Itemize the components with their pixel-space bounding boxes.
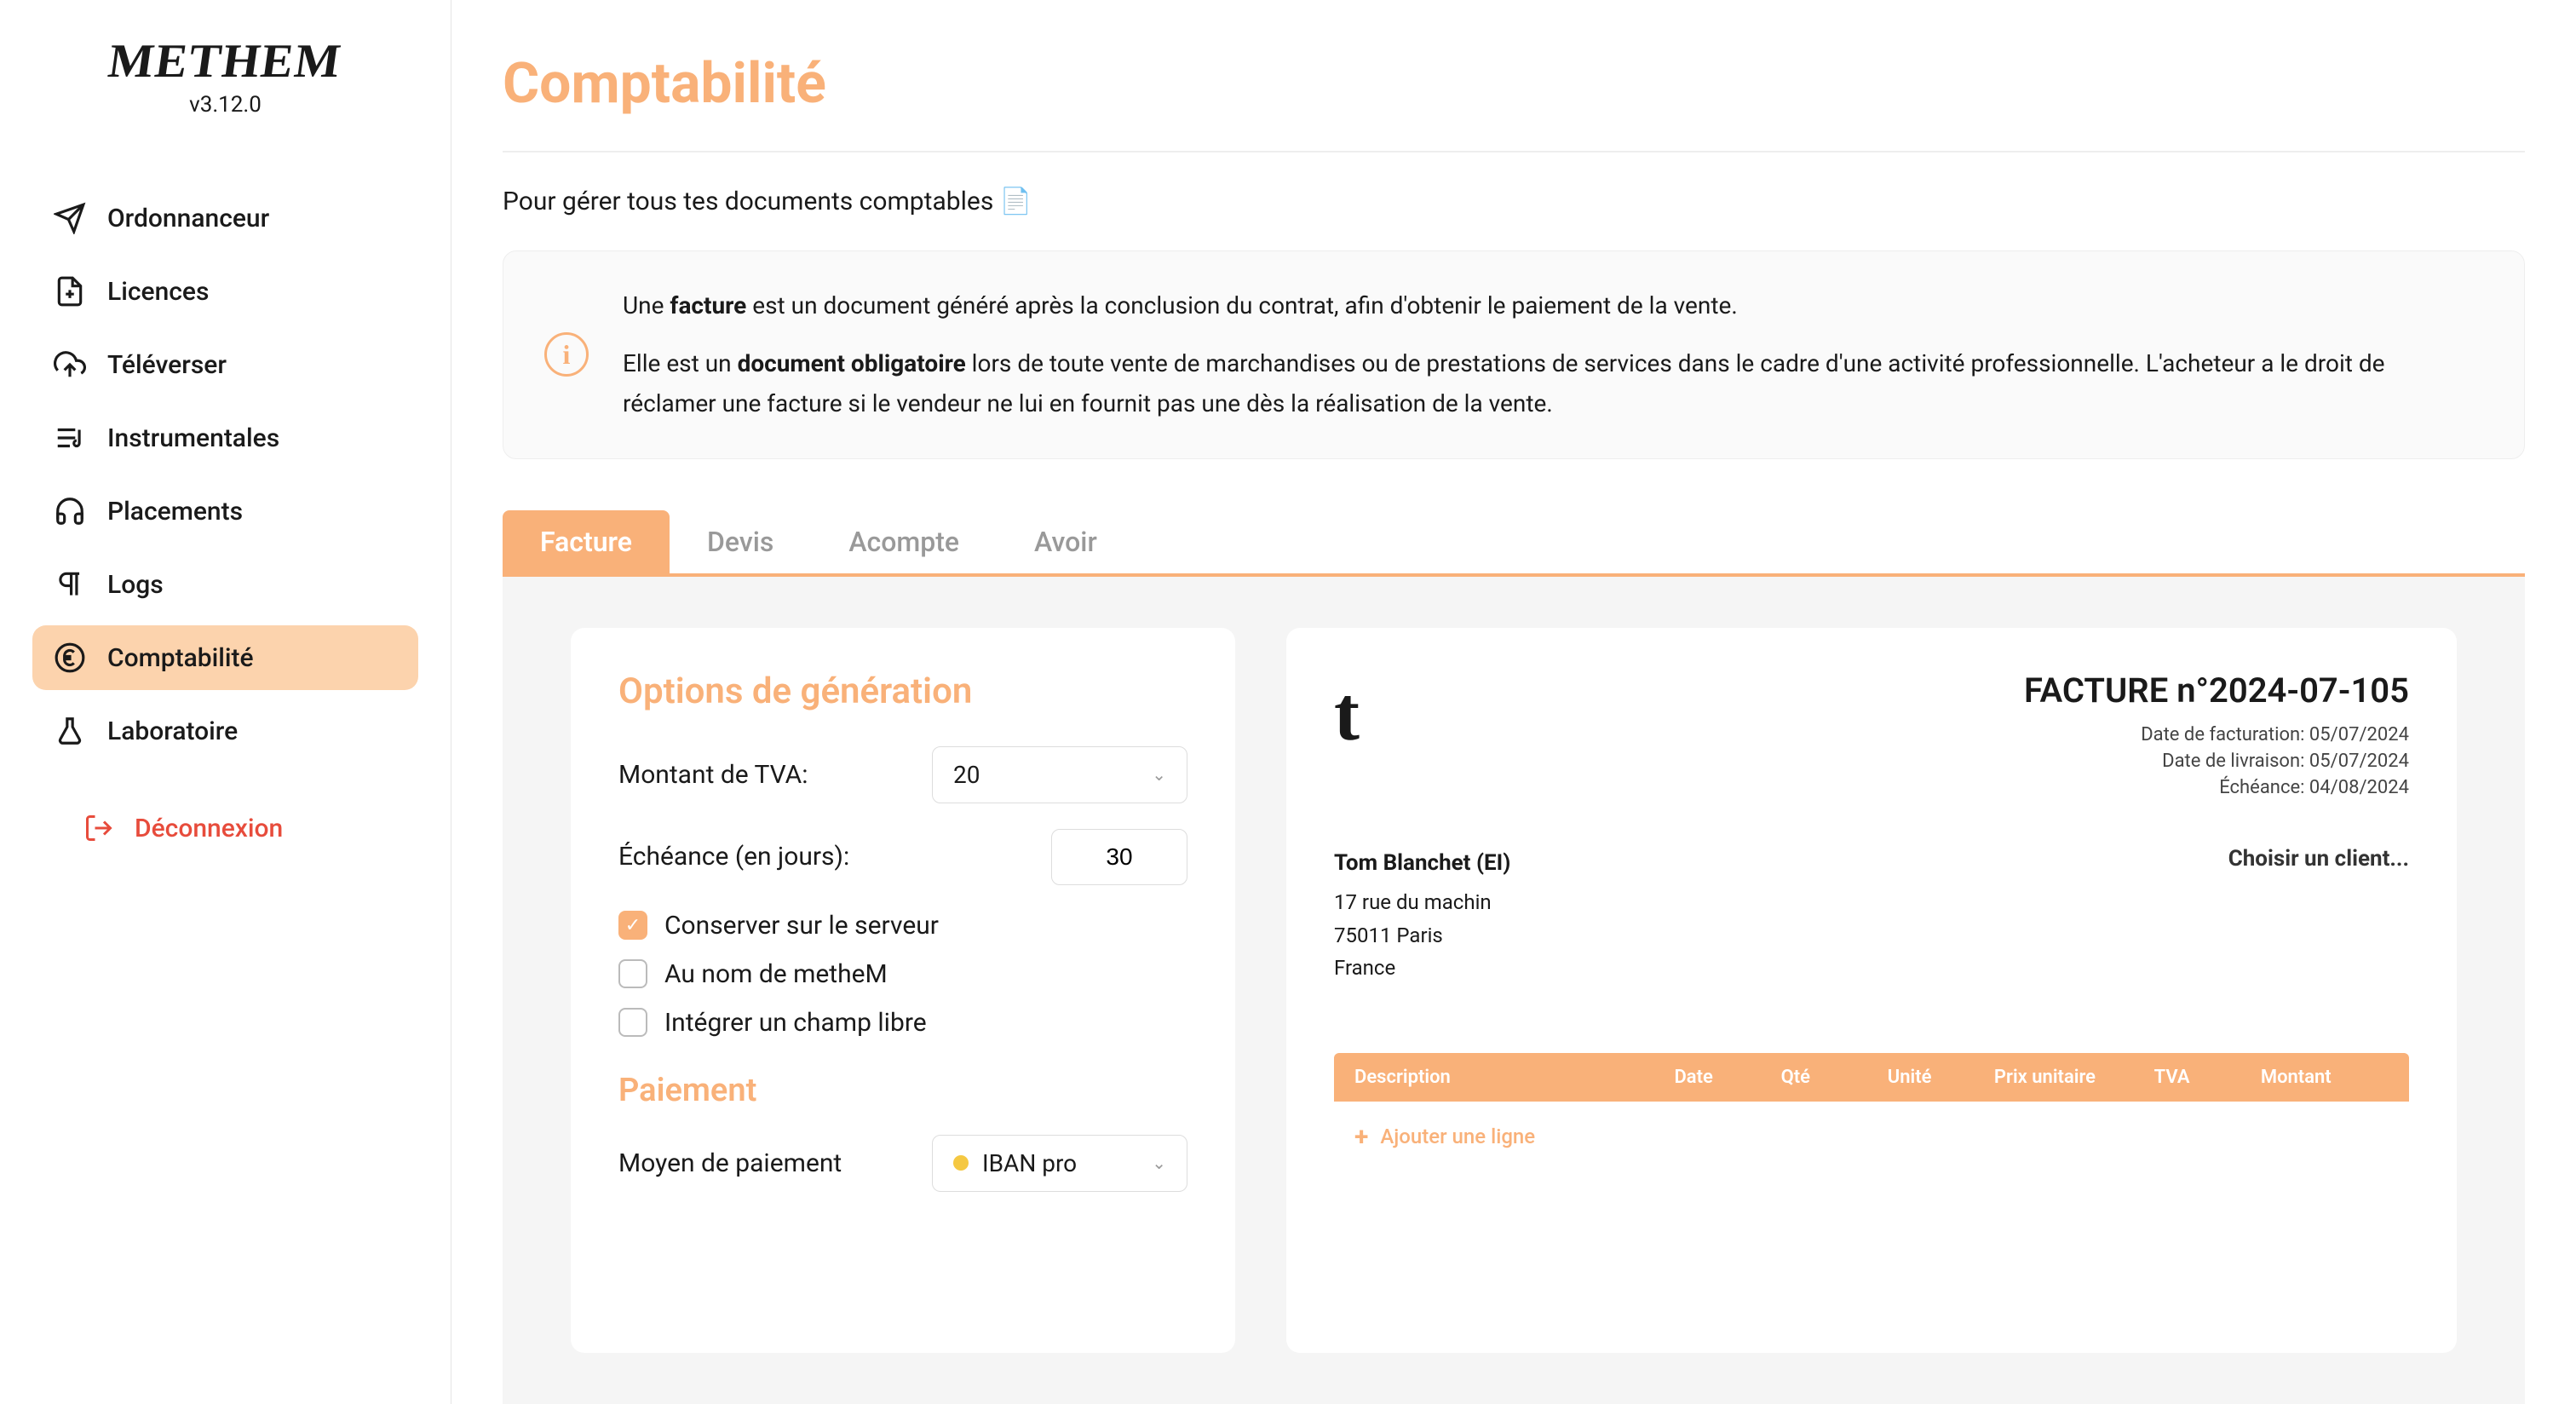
- sidebar-item-placements[interactable]: Placements: [32, 479, 418, 544]
- sidebar-item-licences[interactable]: Licences: [32, 259, 418, 324]
- sidebar-item-laboratoire[interactable]: Laboratoire: [32, 699, 418, 763]
- tab-devis[interactable]: Devis: [670, 510, 811, 573]
- sidebar-item-ordonnanceur[interactable]: Ordonnanceur: [32, 186, 418, 250]
- sender-block: Tom Blanchet (EI) 17 rue du machin 75011…: [1334, 846, 1510, 985]
- send-icon: [53, 201, 87, 235]
- sidebar-item-label: Placements: [107, 497, 243, 526]
- app-version: v3.12.0: [32, 92, 418, 118]
- add-line-button[interactable]: + Ajouter une ligne: [1334, 1102, 2409, 1172]
- options-panel: Options de génération Montant de TVA: 20…: [571, 628, 1235, 1353]
- sidebar: METHEM v3.12.0 Ordonnanceur Licences Tél…: [0, 0, 451, 1404]
- client-select[interactable]: Choisir un client...: [2228, 846, 2409, 985]
- payment-title: Paiement: [618, 1072, 1187, 1109]
- sidebar-item-comptabilite[interactable]: Comptabilité: [32, 625, 418, 690]
- tab-facture[interactable]: Facture: [503, 510, 670, 573]
- page-subtitle: Pour gérer tous tes documents comptables…: [503, 187, 2525, 216]
- chevron-down-icon: ⌄: [1152, 764, 1166, 785]
- upload-cloud-icon: [53, 348, 87, 382]
- tab-acompte[interactable]: Acompte: [811, 510, 997, 573]
- chevron-down-icon: ⌄: [1152, 1153, 1166, 1173]
- tabs: Facture Devis Acompte Avoir: [503, 510, 2525, 577]
- tva-select[interactable]: 20 ⌄: [932, 746, 1187, 803]
- col-amount: Montant: [2261, 1067, 2389, 1088]
- sender-line: 17 rue du machin: [1334, 886, 1510, 918]
- payment-value: IBAN pro: [982, 1149, 1077, 1177]
- check-label: Conserver sur le serveur: [664, 911, 939, 941]
- col-description: Description: [1354, 1067, 1674, 1088]
- invoice-date-due: Échéance: 04/08/2024: [2024, 777, 2409, 798]
- workspace: Options de génération Montant de TVA: 20…: [503, 577, 2525, 1404]
- sidebar-item-label: Comptabilité: [107, 643, 254, 673]
- page-title: Comptabilité: [503, 51, 2525, 117]
- check-label: Au nom de metheM: [664, 959, 888, 989]
- app-logo: METHEM: [29, 34, 423, 89]
- plus-icon: +: [1354, 1122, 1368, 1152]
- info-icon: i: [544, 332, 589, 377]
- sidebar-item-label: Laboratoire: [107, 716, 238, 746]
- invoice-date-delivery: Date de livraison: 05/07/2024: [2024, 751, 2409, 772]
- nav: Ordonnanceur Licences Téléverser Instrum…: [32, 186, 418, 763]
- sidebar-item-label: Logs: [107, 570, 164, 600]
- sender-line: France: [1334, 952, 1510, 984]
- music-list-icon: [53, 421, 87, 455]
- invoice-date-billing: Date de facturation: 05/07/2024: [2024, 724, 2409, 745]
- due-input[interactable]: [1051, 829, 1187, 885]
- info-box: i Une facture est un document généré apr…: [503, 250, 2525, 459]
- payment-select[interactable]: IBAN pro ⌄: [932, 1135, 1187, 1192]
- sidebar-item-label: Ordonnanceur: [107, 204, 269, 233]
- options-title: Options de génération: [618, 670, 1187, 712]
- tab-avoir[interactable]: Avoir: [997, 510, 1135, 573]
- tva-value: 20: [953, 761, 980, 789]
- check-label: Intégrer un champ libre: [664, 1008, 927, 1038]
- checkbox-conserver[interactable]: ✓: [618, 911, 647, 940]
- col-qty: Qté: [1781, 1067, 1888, 1088]
- due-label: Échéance (en jours):: [618, 842, 849, 872]
- main: Comptabilité Pour gérer tous tes documen…: [451, 0, 2576, 1404]
- logout-button[interactable]: Déconnexion: [32, 797, 418, 859]
- checkbox-methem[interactable]: [618, 959, 647, 988]
- tva-label: Montant de TVA:: [618, 760, 808, 790]
- flask-icon: [53, 714, 87, 748]
- info-text: Une facture est un document généré après…: [623, 285, 2483, 424]
- add-line-label: Ajouter une ligne: [1380, 1125, 1535, 1148]
- paragraph-icon: [53, 567, 87, 601]
- invoice-number: FACTURE n°2024-07-105: [2024, 670, 2409, 711]
- invoice-logo: t: [1334, 670, 1360, 758]
- euro-badge-icon: [53, 641, 87, 675]
- invoice-preview: t FACTURE n°2024-07-105 Date de facturat…: [1286, 628, 2457, 1353]
- sender-line: 75011 Paris: [1334, 919, 1510, 952]
- sidebar-item-instrumentales[interactable]: Instrumentales: [32, 406, 418, 470]
- logo-block: METHEM v3.12.0: [32, 34, 418, 118]
- col-date: Date: [1674, 1067, 1780, 1088]
- sender-name: Tom Blanchet (EI): [1334, 846, 1510, 882]
- sidebar-item-label: Instrumentales: [107, 423, 279, 453]
- divider: [503, 151, 2525, 152]
- checkbox-champ-libre[interactable]: [618, 1008, 647, 1037]
- col-unit-price: Prix unitaire: [1994, 1067, 2154, 1088]
- logout-icon: [83, 813, 114, 843]
- document-icon: [53, 274, 87, 308]
- col-tva: TVA: [2154, 1067, 2261, 1088]
- logout-label: Déconnexion: [135, 814, 283, 843]
- status-dot-icon: [953, 1155, 969, 1171]
- invoice-table-header: Description Date Qté Unité Prix unitaire…: [1334, 1053, 2409, 1102]
- col-unit: Unité: [1888, 1067, 1994, 1088]
- sidebar-item-label: Licences: [107, 277, 209, 307]
- sidebar-item-label: Téléverser: [107, 350, 227, 380]
- sidebar-item-logs[interactable]: Logs: [32, 552, 418, 617]
- sidebar-item-televerser[interactable]: Téléverser: [32, 332, 418, 397]
- payment-label: Moyen de paiement: [618, 1148, 842, 1178]
- headphones-icon: [53, 494, 87, 528]
